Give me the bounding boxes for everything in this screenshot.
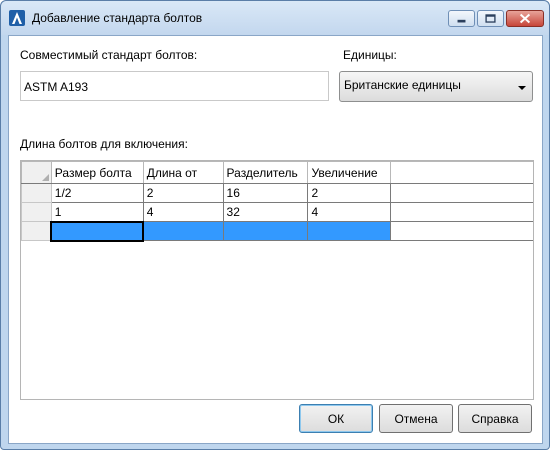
- table-row[interactable]: 1 4 32 4: [21, 202, 533, 222]
- close-button[interactable]: [506, 10, 544, 27]
- table-cell[interactable]: 32: [222, 202, 309, 222]
- standard-label: Совместимый стандарт болтов:: [20, 48, 198, 62]
- window-title: Добавление стандарта болтов: [32, 11, 203, 25]
- new-row-cell[interactable]: [142, 221, 224, 241]
- column-header-increment[interactable]: Увеличение: [307, 161, 392, 184]
- new-row-cell[interactable]: [307, 221, 392, 241]
- minimize-button[interactable]: [448, 10, 475, 27]
- units-selected-value: Британские единицы: [344, 78, 461, 92]
- column-header-divider[interactable]: Разделитель: [222, 161, 309, 184]
- row-filler: [390, 183, 533, 203]
- column-header-length-from[interactable]: Длина от: [142, 161, 224, 184]
- new-row-cell-current[interactable]: [50, 220, 145, 242]
- row-filler: [390, 202, 533, 222]
- standard-input[interactable]: ASTM A193: [20, 71, 329, 101]
- table-cell[interactable]: 4: [142, 202, 224, 222]
- table-cell[interactable]: 1/2: [50, 183, 144, 203]
- table-cell[interactable]: 16: [222, 183, 309, 203]
- bolt-length-grid[interactable]: Размер болта Длина от Разделитель Увелич…: [20, 160, 534, 400]
- select-all-icon: [41, 174, 49, 181]
- new-row-cell[interactable]: [222, 221, 309, 241]
- units-label: Единицы:: [343, 48, 397, 62]
- dialog-window: Добавление стандарта болтов Совместимый …: [0, 0, 550, 450]
- column-header-filler: [390, 161, 533, 184]
- row-header[interactable]: [21, 183, 52, 203]
- header-row: Размер болта Длина от Разделитель Увелич…: [21, 161, 533, 184]
- close-icon: [519, 13, 531, 24]
- maximize-button[interactable]: [477, 10, 504, 27]
- cancel-button[interactable]: Отмена: [379, 404, 453, 433]
- row-header[interactable]: [21, 202, 52, 222]
- new-row[interactable]: [21, 220, 533, 242]
- table-cell[interactable]: 4: [307, 202, 392, 222]
- select-all-corner[interactable]: [21, 161, 52, 184]
- table-cell[interactable]: 2: [307, 183, 392, 203]
- table-cell[interactable]: 2: [142, 183, 224, 203]
- chevron-down-icon[interactable]: [518, 86, 526, 90]
- ok-button[interactable]: ОК: [299, 404, 373, 433]
- column-header-size[interactable]: Размер болта: [50, 161, 144, 184]
- title-bar[interactable]: Добавление стандарта болтов: [1, 1, 549, 35]
- table-row[interactable]: 1/2 2 16 2: [21, 183, 533, 203]
- maximize-icon: [485, 14, 496, 23]
- autodesk-a-logo-icon: [9, 10, 25, 26]
- minimize-icon: [457, 19, 466, 23]
- table-cell[interactable]: 1: [50, 202, 144, 222]
- dialog-body: Совместимый стандарт болтов: ASTM A193 Е…: [8, 35, 543, 444]
- units-select[interactable]: Британские единицы: [339, 71, 533, 102]
- row-header[interactable]: [21, 221, 52, 241]
- bolt-length-table: Размер болта Длина от Разделитель Увелич…: [21, 161, 533, 242]
- help-button[interactable]: Справка: [458, 404, 532, 433]
- row-filler: [390, 221, 533, 241]
- grid-label: Длина болтов для включения:: [20, 137, 188, 151]
